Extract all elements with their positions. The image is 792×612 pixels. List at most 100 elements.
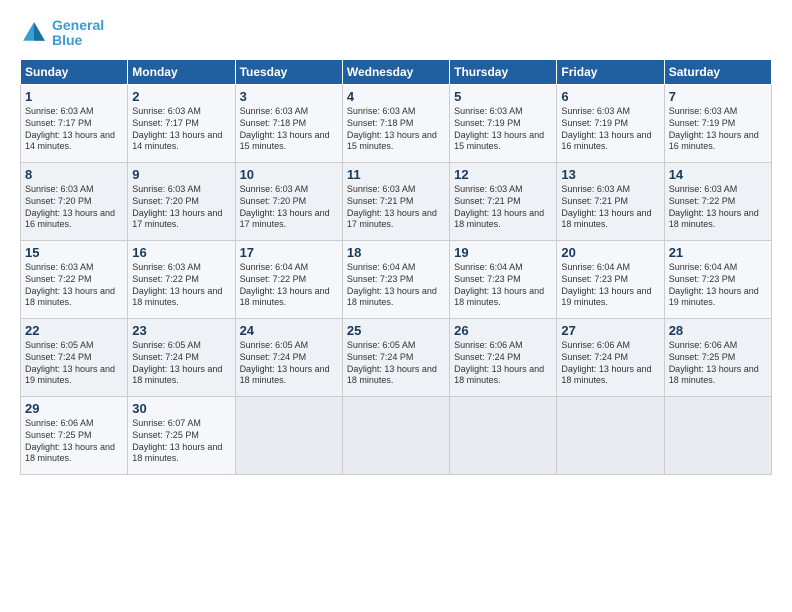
day-number: 25 — [347, 322, 445, 340]
day-info: Sunrise: 6:06 AM Sunset: 7:25 PM Dayligh… — [25, 418, 123, 465]
day-info: Sunrise: 6:06 AM Sunset: 7:25 PM Dayligh… — [669, 340, 767, 387]
col-thursday: Thursday — [450, 59, 557, 84]
table-row: 16 Sunrise: 6:03 AM Sunset: 7:22 PM Dayl… — [128, 240, 235, 318]
header-row: Sunday Monday Tuesday Wednesday Thursday… — [21, 59, 772, 84]
day-number: 2 — [132, 88, 230, 106]
day-info: Sunrise: 6:03 AM Sunset: 7:19 PM Dayligh… — [669, 106, 767, 153]
day-number: 18 — [347, 244, 445, 262]
col-tuesday: Tuesday — [235, 59, 342, 84]
table-row: 9 Sunrise: 6:03 AM Sunset: 7:20 PM Dayli… — [128, 162, 235, 240]
calendar-week-4: 22 Sunrise: 6:05 AM Sunset: 7:24 PM Dayl… — [21, 318, 772, 396]
day-number: 11 — [347, 166, 445, 184]
day-info: Sunrise: 6:03 AM Sunset: 7:22 PM Dayligh… — [25, 262, 123, 309]
day-number: 26 — [454, 322, 552, 340]
day-info: Sunrise: 6:03 AM Sunset: 7:21 PM Dayligh… — [347, 184, 445, 231]
table-row: 26 Sunrise: 6:06 AM Sunset: 7:24 PM Dayl… — [450, 318, 557, 396]
table-row: 8 Sunrise: 6:03 AM Sunset: 7:20 PM Dayli… — [21, 162, 128, 240]
col-wednesday: Wednesday — [342, 59, 449, 84]
day-info: Sunrise: 6:05 AM Sunset: 7:24 PM Dayligh… — [240, 340, 338, 387]
table-row: 15 Sunrise: 6:03 AM Sunset: 7:22 PM Dayl… — [21, 240, 128, 318]
table-row: 13 Sunrise: 6:03 AM Sunset: 7:21 PM Dayl… — [557, 162, 664, 240]
day-number: 20 — [561, 244, 659, 262]
day-number: 17 — [240, 244, 338, 262]
table-row — [342, 396, 449, 474]
calendar-body: 1 Sunrise: 6:03 AM Sunset: 7:17 PM Dayli… — [21, 84, 772, 474]
table-row — [450, 396, 557, 474]
day-number: 22 — [25, 322, 123, 340]
col-saturday: Saturday — [664, 59, 771, 84]
table-row: 20 Sunrise: 6:04 AM Sunset: 7:23 PM Dayl… — [557, 240, 664, 318]
table-row: 4 Sunrise: 6:03 AM Sunset: 7:18 PM Dayli… — [342, 84, 449, 162]
day-info: Sunrise: 6:03 AM Sunset: 7:20 PM Dayligh… — [132, 184, 230, 231]
table-row: 22 Sunrise: 6:05 AM Sunset: 7:24 PM Dayl… — [21, 318, 128, 396]
table-row: 27 Sunrise: 6:06 AM Sunset: 7:24 PM Dayl… — [557, 318, 664, 396]
day-info: Sunrise: 6:06 AM Sunset: 7:24 PM Dayligh… — [561, 340, 659, 387]
calendar-week-5: 29 Sunrise: 6:06 AM Sunset: 7:25 PM Dayl… — [21, 396, 772, 474]
day-info: Sunrise: 6:04 AM Sunset: 7:23 PM Dayligh… — [561, 262, 659, 309]
day-info: Sunrise: 6:03 AM Sunset: 7:20 PM Dayligh… — [25, 184, 123, 231]
logo: General Blue — [20, 18, 104, 49]
calendar-week-2: 8 Sunrise: 6:03 AM Sunset: 7:20 PM Dayli… — [21, 162, 772, 240]
table-row: 14 Sunrise: 6:03 AM Sunset: 7:22 PM Dayl… — [664, 162, 771, 240]
day-number: 1 — [25, 88, 123, 106]
day-info: Sunrise: 6:04 AM Sunset: 7:23 PM Dayligh… — [669, 262, 767, 309]
day-info: Sunrise: 6:03 AM Sunset: 7:18 PM Dayligh… — [240, 106, 338, 153]
day-number: 29 — [25, 400, 123, 418]
day-info: Sunrise: 6:03 AM Sunset: 7:19 PM Dayligh… — [454, 106, 552, 153]
col-friday: Friday — [557, 59, 664, 84]
table-row — [557, 396, 664, 474]
table-row: 10 Sunrise: 6:03 AM Sunset: 7:20 PM Dayl… — [235, 162, 342, 240]
table-row: 21 Sunrise: 6:04 AM Sunset: 7:23 PM Dayl… — [664, 240, 771, 318]
day-info: Sunrise: 6:03 AM Sunset: 7:20 PM Dayligh… — [240, 184, 338, 231]
table-row: 6 Sunrise: 6:03 AM Sunset: 7:19 PM Dayli… — [557, 84, 664, 162]
day-number: 15 — [25, 244, 123, 262]
day-number: 3 — [240, 88, 338, 106]
day-number: 16 — [132, 244, 230, 262]
day-number: 23 — [132, 322, 230, 340]
col-sunday: Sunday — [21, 59, 128, 84]
day-info: Sunrise: 6:03 AM Sunset: 7:22 PM Dayligh… — [669, 184, 767, 231]
day-number: 4 — [347, 88, 445, 106]
day-info: Sunrise: 6:03 AM Sunset: 7:17 PM Dayligh… — [25, 106, 123, 153]
day-number: 10 — [240, 166, 338, 184]
table-row: 11 Sunrise: 6:03 AM Sunset: 7:21 PM Dayl… — [342, 162, 449, 240]
header: General Blue — [20, 18, 772, 49]
day-number: 24 — [240, 322, 338, 340]
day-number: 27 — [561, 322, 659, 340]
calendar-header: Sunday Monday Tuesday Wednesday Thursday… — [21, 59, 772, 84]
table-row — [664, 396, 771, 474]
day-info: Sunrise: 6:04 AM Sunset: 7:23 PM Dayligh… — [454, 262, 552, 309]
table-row — [235, 396, 342, 474]
table-row: 29 Sunrise: 6:06 AM Sunset: 7:25 PM Dayl… — [21, 396, 128, 474]
table-row: 5 Sunrise: 6:03 AM Sunset: 7:19 PM Dayli… — [450, 84, 557, 162]
day-info: Sunrise: 6:03 AM Sunset: 7:18 PM Dayligh… — [347, 106, 445, 153]
logo-text: General Blue — [52, 18, 104, 49]
table-row: 3 Sunrise: 6:03 AM Sunset: 7:18 PM Dayli… — [235, 84, 342, 162]
day-info: Sunrise: 6:05 AM Sunset: 7:24 PM Dayligh… — [132, 340, 230, 387]
day-number: 6 — [561, 88, 659, 106]
day-number: 19 — [454, 244, 552, 262]
page: General Blue Sunday Monday Tuesday Wedne… — [0, 0, 792, 612]
table-row: 23 Sunrise: 6:05 AM Sunset: 7:24 PM Dayl… — [128, 318, 235, 396]
day-number: 13 — [561, 166, 659, 184]
table-row: 30 Sunrise: 6:07 AM Sunset: 7:25 PM Dayl… — [128, 396, 235, 474]
day-info: Sunrise: 6:07 AM Sunset: 7:25 PM Dayligh… — [132, 418, 230, 465]
day-info: Sunrise: 6:03 AM Sunset: 7:17 PM Dayligh… — [132, 106, 230, 153]
table-row: 25 Sunrise: 6:05 AM Sunset: 7:24 PM Dayl… — [342, 318, 449, 396]
table-row: 18 Sunrise: 6:04 AM Sunset: 7:23 PM Dayl… — [342, 240, 449, 318]
day-number: 28 — [669, 322, 767, 340]
table-row: 24 Sunrise: 6:05 AM Sunset: 7:24 PM Dayl… — [235, 318, 342, 396]
calendar-week-3: 15 Sunrise: 6:03 AM Sunset: 7:22 PM Dayl… — [21, 240, 772, 318]
day-info: Sunrise: 6:03 AM Sunset: 7:19 PM Dayligh… — [561, 106, 659, 153]
day-info: Sunrise: 6:04 AM Sunset: 7:23 PM Dayligh… — [347, 262, 445, 309]
day-number: 21 — [669, 244, 767, 262]
day-number: 7 — [669, 88, 767, 106]
day-info: Sunrise: 6:05 AM Sunset: 7:24 PM Dayligh… — [347, 340, 445, 387]
table-row: 28 Sunrise: 6:06 AM Sunset: 7:25 PM Dayl… — [664, 318, 771, 396]
table-row: 12 Sunrise: 6:03 AM Sunset: 7:21 PM Dayl… — [450, 162, 557, 240]
table-row: 2 Sunrise: 6:03 AM Sunset: 7:17 PM Dayli… — [128, 84, 235, 162]
calendar-week-1: 1 Sunrise: 6:03 AM Sunset: 7:17 PM Dayli… — [21, 84, 772, 162]
day-info: Sunrise: 6:03 AM Sunset: 7:21 PM Dayligh… — [561, 184, 659, 231]
day-number: 8 — [25, 166, 123, 184]
day-number: 9 — [132, 166, 230, 184]
